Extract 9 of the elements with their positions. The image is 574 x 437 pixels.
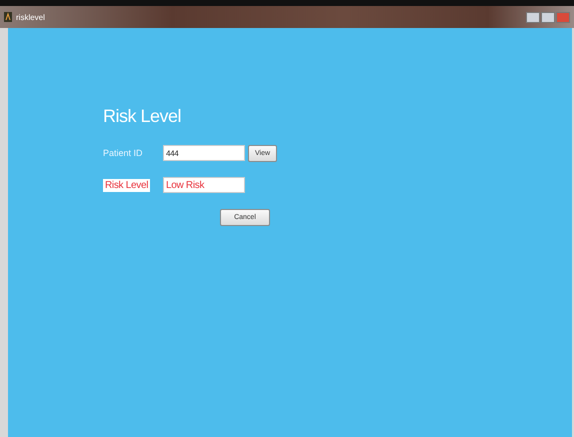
form-heading: Risk Level	[103, 106, 182, 127]
field-label: Risk Level	[103, 178, 150, 192]
risk-level-field[interactable]: Low Risk	[163, 177, 245, 193]
app-icon	[4, 12, 12, 22]
maximize-button[interactable]	[541, 12, 555, 22]
field-label: Patient ID	[103, 148, 144, 158]
patient-id-field[interactable]: 444	[163, 145, 245, 161]
window-title: risklevel	[16, 12, 45, 22]
minimize-button[interactable]	[526, 12, 540, 22]
